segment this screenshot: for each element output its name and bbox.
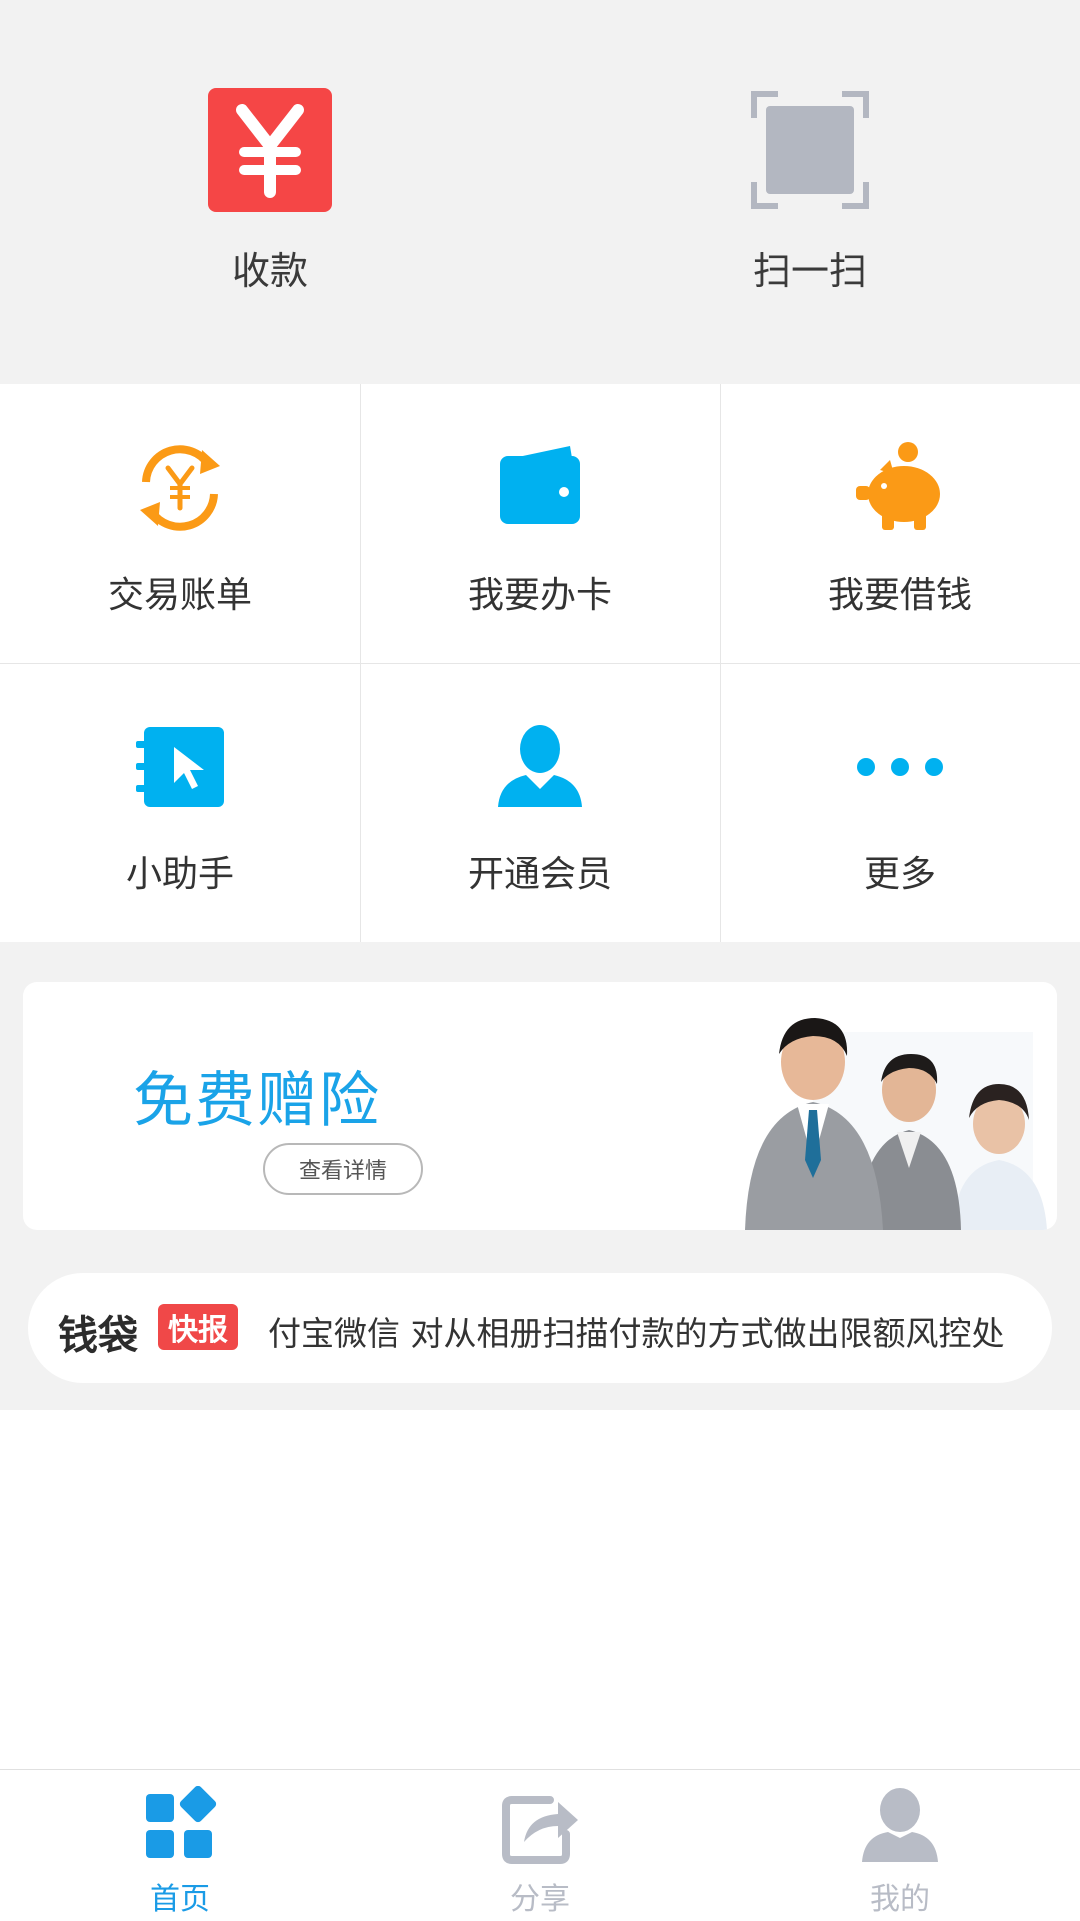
transaction-bill-label: 交易账单: [107, 575, 252, 616]
open-membership-label: 开通会员: [467, 854, 612, 895]
news-text: 付宝微信 对从相册扫描付款的方式做出限额风控处: [268, 1314, 1005, 1353]
scan-icon: [748, 88, 872, 212]
collect-payment-label: 收款: [231, 249, 308, 293]
bill-refresh-icon: [132, 440, 228, 536]
function-grid: 交易账单 我要办卡 我要借钱 小助手 开通会员 更多: [0, 384, 1080, 942]
tab-share-label: 分享: [510, 1882, 570, 1917]
profile-icon: [855, 1784, 945, 1868]
apply-card-label: 我要办卡: [467, 575, 612, 616]
insurance-banner[interactable]: 免费赠险 查看详情: [23, 982, 1057, 1230]
scan-button[interactable]: 扫一扫: [540, 88, 1080, 308]
collect-payment-button[interactable]: 收款: [0, 88, 540, 308]
more-dots-icon: [852, 719, 948, 815]
view-details-button[interactable]: 查看详情: [263, 1143, 423, 1195]
wallet-icon: [492, 440, 588, 536]
tab-share[interactable]: 分享: [360, 1784, 720, 1919]
more-button[interactable]: 更多: [720, 663, 1080, 942]
news-ticker[interactable]: 钱袋 快报 付宝微信 对从相册扫描付款的方式做出限额风控处: [28, 1273, 1052, 1383]
assistant-label: 小助手: [125, 854, 234, 895]
borrow-money-button[interactable]: 我要借钱: [720, 384, 1080, 663]
open-membership-button[interactable]: 开通会员: [360, 663, 720, 942]
borrow-money-label: 我要借钱: [827, 575, 972, 616]
share-icon: [495, 1784, 585, 1868]
banner-title: 免费赠险: [133, 1066, 381, 1136]
news-brand: 钱袋: [58, 1313, 138, 1359]
tab-profile[interactable]: 我的: [720, 1784, 1080, 1919]
yen-icon: [208, 88, 332, 212]
news-tag-badge: 快报: [158, 1304, 238, 1350]
member-user-icon: [492, 719, 588, 815]
tab-profile-label: 我的: [870, 1882, 930, 1917]
assistant-button[interactable]: 小助手: [0, 663, 360, 942]
scan-label: 扫一扫: [752, 249, 867, 293]
apply-card-button[interactable]: 我要办卡: [360, 384, 720, 663]
assistant-cursor-icon: [132, 719, 228, 815]
home-grid-icon: [135, 1784, 225, 1868]
tab-home[interactable]: 首页: [0, 1784, 360, 1919]
transaction-bill-button[interactable]: 交易账单: [0, 384, 360, 663]
quick-actions-area: 收款 扫一扫: [0, 0, 1080, 384]
more-label: 更多: [863, 854, 936, 895]
business-people-illustration: [745, 1018, 1047, 1230]
piggy-bank-icon: [852, 440, 948, 536]
bottom-tab-bar: 首页 分享 我的: [0, 1769, 1080, 1921]
tab-home-label: 首页: [150, 1882, 210, 1917]
